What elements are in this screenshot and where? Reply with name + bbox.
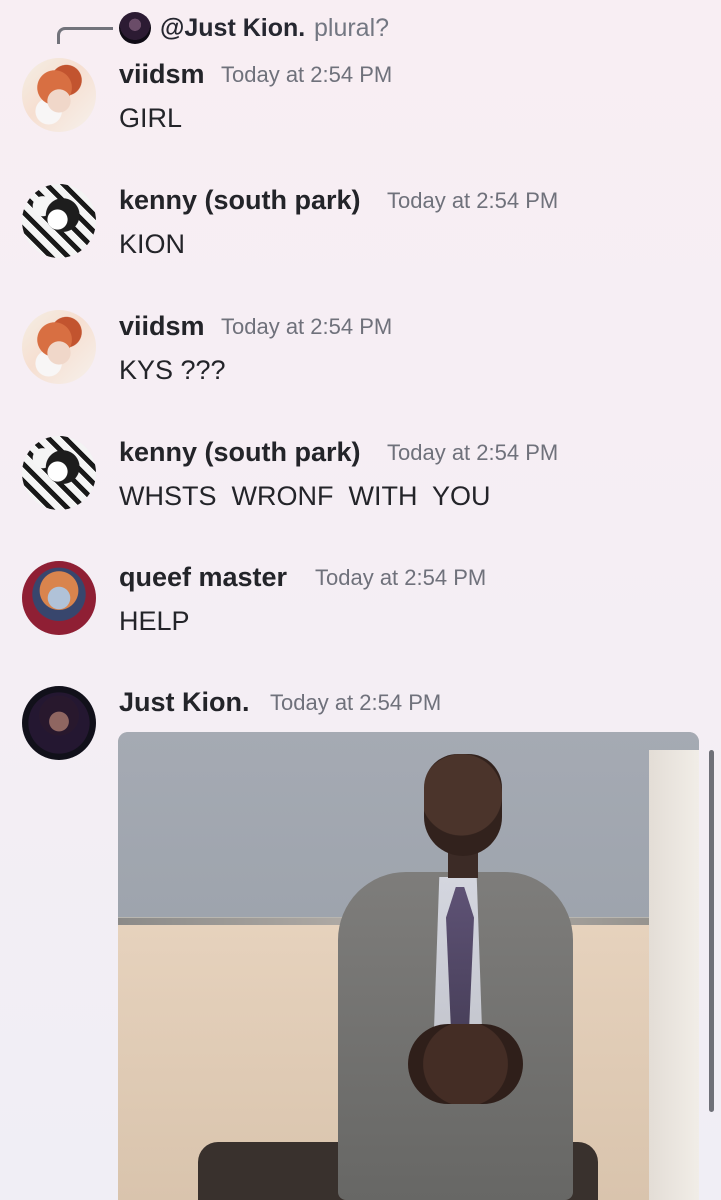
message-timestamp: Today at 2:54 PM <box>387 440 559 465</box>
reply-preview-text[interactable]: plural? <box>314 12 389 44</box>
message-author[interactable]: kenny (south park) <box>119 436 361 468</box>
attachment-person-head <box>424 754 502 856</box>
message-timestamp: Today at 2:54 PM <box>387 188 559 213</box>
message-timestamp: Today at 2:54 PM <box>315 565 487 590</box>
image-attachment[interactable] <box>118 732 699 1200</box>
message-content: KION <box>119 229 186 259</box>
message-item[interactable]: viidsm Today at 2:54 PM GIRL <box>0 58 721 168</box>
message-author[interactable]: kenny (south park) <box>119 184 361 216</box>
scrollbar[interactable] <box>709 750 714 1112</box>
avatar[interactable] <box>22 58 96 132</box>
attachment-person-hands <box>408 1024 523 1104</box>
message-author[interactable]: queef master <box>119 561 287 593</box>
message-timestamp: Today at 2:54 PM <box>221 62 393 87</box>
message-author[interactable]: viidsm <box>119 58 205 90</box>
message-content: HELP <box>119 606 190 636</box>
reply-connector-icon <box>57 27 113 44</box>
message-item[interactable]: queef master Today at 2:54 PM HELP <box>0 561 721 671</box>
message-item[interactable]: kenny (south park) Today at 2:54 PM KION <box>0 184 721 294</box>
message-content: GIRL <box>119 103 183 133</box>
message-author[interactable]: viidsm <box>119 310 205 342</box>
message-item[interactable]: viidsm Today at 2:54 PM KYS ??? <box>0 310 721 420</box>
message-content: KYS ??? <box>119 355 226 385</box>
avatar[interactable] <box>22 310 96 384</box>
message-item[interactable]: kenny (south park) Today at 2:54 PM WHST… <box>0 436 721 546</box>
avatar[interactable] <box>22 184 96 258</box>
reply-author[interactable]: @Just Kion. <box>160 12 305 44</box>
message-content: WHSTS WRONF WITH YOU <box>119 481 491 511</box>
avatar[interactable] <box>22 686 96 760</box>
avatar[interactable] <box>22 561 96 635</box>
message-timestamp: Today at 2:54 PM <box>270 690 442 715</box>
message-author[interactable]: Just Kion. <box>119 686 250 718</box>
reply-avatar[interactable] <box>119 12 151 44</box>
attachment-door-frame <box>649 750 699 1200</box>
avatar[interactable] <box>22 436 96 510</box>
reply-context[interactable]: @Just Kion. plural? <box>0 0 721 56</box>
message-timestamp: Today at 2:54 PM <box>221 314 393 339</box>
